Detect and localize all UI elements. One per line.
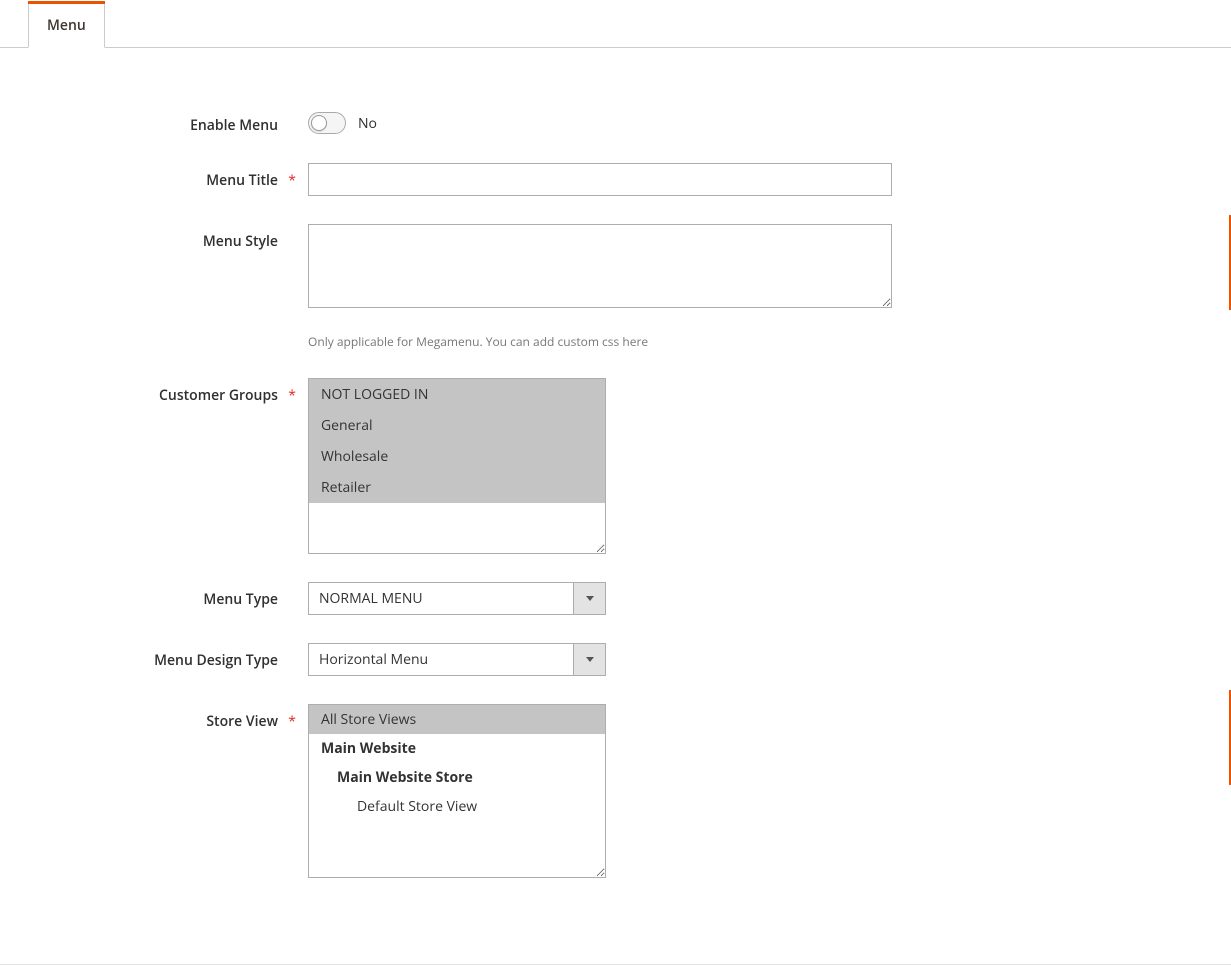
- field-customer-groups: Customer Groups NOT LOGGED IN General Wh…: [0, 378, 1231, 554]
- label-customer-groups: Customer Groups: [0, 378, 308, 405]
- enable-menu-value: No: [358, 114, 377, 133]
- label-menu-design-type: Menu Design Type: [0, 643, 308, 670]
- menu-style-textarea[interactable]: [308, 224, 892, 308]
- label-menu-type: Menu Type: [0, 582, 308, 609]
- field-store-view: Store View All Store Views Main Website …: [0, 704, 1231, 878]
- customer-group-option[interactable]: General: [309, 410, 605, 441]
- enable-menu-toggle[interactable]: [308, 112, 346, 134]
- chevron-down-icon: [586, 657, 594, 662]
- customer-group-option[interactable]: Wholesale: [309, 441, 605, 472]
- store-view-option[interactable]: Default Store View: [309, 792, 605, 821]
- menu-type-selected: NORMAL MENU: [309, 583, 573, 614]
- customer-groups-multiselect[interactable]: NOT LOGGED IN General Wholesale Retailer: [308, 378, 606, 554]
- store-view-multiselect[interactable]: All Store Views Main Website Main Websit…: [308, 704, 606, 878]
- toggle-knob: [311, 115, 327, 131]
- store-view-option[interactable]: All Store Views: [309, 705, 605, 734]
- tab-menu[interactable]: Menu: [28, 1, 105, 48]
- label-enable-menu: Enable Menu: [0, 108, 308, 135]
- menu-design-type-select[interactable]: Horizontal Menu: [308, 643, 606, 676]
- label-menu-title: Menu Title: [0, 163, 308, 190]
- control-menu-title: [308, 163, 892, 196]
- tab-label: Menu: [47, 16, 86, 35]
- store-view-option[interactable]: Main Website: [309, 734, 605, 763]
- field-menu-design-type: Menu Design Type Horizontal Menu: [0, 643, 1231, 676]
- field-menu-style: Menu Style Only applicable for Megamenu.…: [0, 224, 1231, 350]
- menu-design-type-selected: Horizontal Menu: [309, 644, 573, 675]
- control-menu-design-type: Horizontal Menu: [308, 643, 606, 676]
- menu-type-dropdown-button[interactable]: [573, 583, 605, 614]
- menu-style-note: Only applicable for Megamenu. You can ad…: [308, 333, 892, 350]
- customer-group-option[interactable]: NOT LOGGED IN: [309, 379, 605, 410]
- store-view-option[interactable]: Main Website Store: [309, 763, 605, 792]
- tabs-bar: Menu: [0, 0, 1231, 48]
- customer-group-option[interactable]: Retailer: [309, 472, 605, 503]
- menu-title-input[interactable]: [308, 163, 892, 196]
- control-store-view: All Store Views Main Website Main Websit…: [308, 704, 606, 878]
- page: Menu Enable Menu No Menu Title Menu Styl…: [0, 0, 1231, 965]
- form: Enable Menu No Menu Title Menu Style Onl…: [0, 48, 1231, 946]
- control-customer-groups: NOT LOGGED IN General Wholesale Retailer: [308, 378, 606, 554]
- tab-active-indicator: [28, 1, 105, 4]
- control-menu-style: Only applicable for Megamenu. You can ad…: [308, 224, 892, 350]
- label-menu-style: Menu Style: [0, 224, 308, 251]
- label-store-view: Store View: [0, 704, 308, 731]
- field-enable-menu: Enable Menu No: [0, 108, 1231, 135]
- field-menu-title: Menu Title: [0, 163, 1231, 196]
- control-menu-type: NORMAL MENU: [308, 582, 606, 615]
- field-menu-type: Menu Type NORMAL MENU: [0, 582, 1231, 615]
- menu-design-type-dropdown-button[interactable]: [573, 644, 605, 675]
- control-enable-menu: No: [308, 108, 377, 134]
- chevron-down-icon: [586, 596, 594, 601]
- menu-type-select[interactable]: NORMAL MENU: [308, 582, 606, 615]
